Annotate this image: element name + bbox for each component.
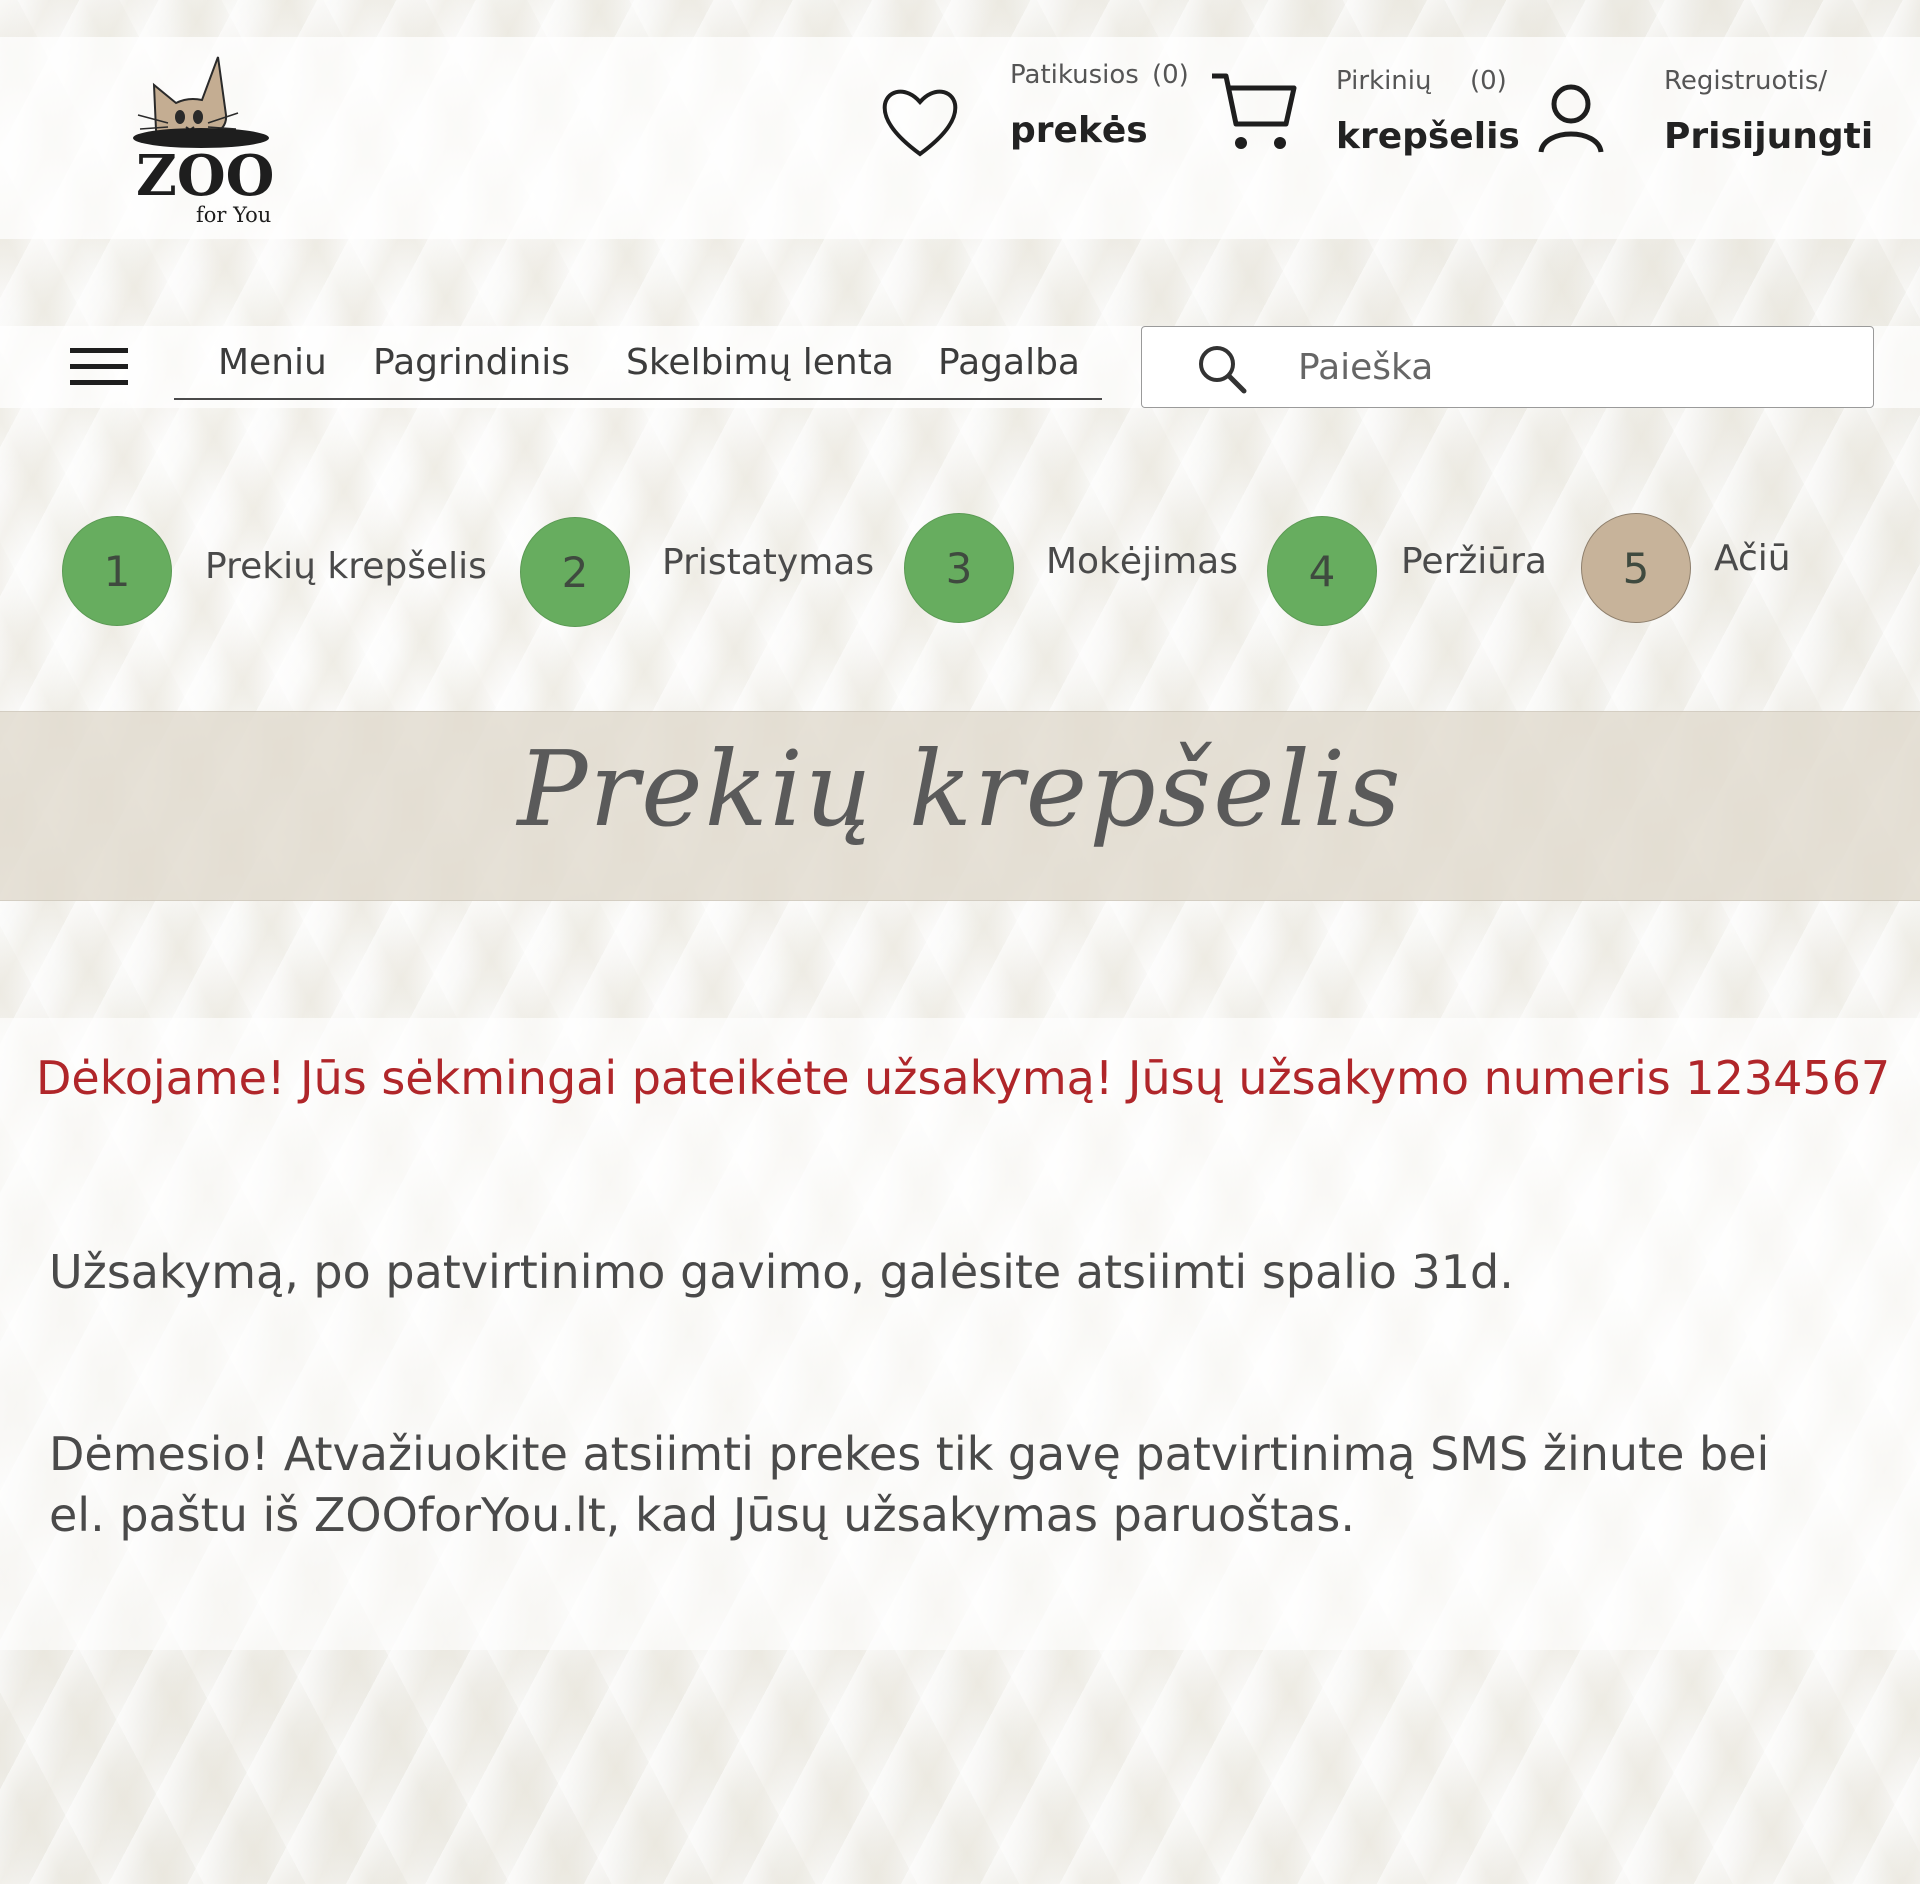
nav-item-pagrindinis[interactable]: Pagrindinis (373, 342, 570, 383)
favorites-count: (0) (1152, 60, 1189, 90)
favorites-link[interactable]: prekės (1010, 110, 1148, 151)
step-5-circle: 5 (1581, 513, 1691, 623)
nav-item-meniu[interactable]: Meniu (218, 342, 327, 383)
step-1-label: Prekių krepšelis (205, 546, 487, 587)
heart-icon[interactable] (880, 84, 960, 159)
content-panel (0, 1018, 1920, 1650)
cart-icon[interactable] (1208, 70, 1298, 155)
user-icon[interactable] (1536, 82, 1606, 154)
cart-count: (0) (1470, 66, 1507, 96)
step-1-circle: 1 (62, 516, 172, 626)
search-box[interactable] (1141, 326, 1874, 408)
logo[interactable]: ZOO for You (108, 45, 298, 235)
logo-subtitle: for You (196, 203, 272, 227)
step-2-circle: 2 (520, 517, 630, 627)
order-success-message: Dėkojame! Jūs sėkmingai pateikėte užsaky… (36, 1051, 1891, 1105)
search-input[interactable] (1296, 337, 1840, 397)
cart-link[interactable]: krepšelis (1336, 116, 1520, 157)
notice-text-line-2: el. paštu iš ZOOforYou.lt, kad Jūsų užsa… (49, 1488, 1355, 1542)
nav-underline (174, 398, 1102, 400)
step-4-label: Peržiūra (1401, 541, 1547, 582)
step-5-label: Ačiū (1714, 538, 1791, 579)
step-3-label: Mokėjimas (1046, 541, 1238, 582)
cart-small-label: Pirkinių (1336, 66, 1432, 96)
notice-text-line-1: Dėmesio! Atvažiuokite atsiimti prekes ti… (49, 1427, 1770, 1481)
nav-item-pagalba[interactable]: Pagalba (938, 342, 1080, 383)
nav-item-skelbimu-lenta[interactable]: Skelbimų lenta (626, 342, 894, 383)
step-4-circle: 4 (1267, 516, 1377, 626)
account-small-label: Registruotis/ (1664, 66, 1828, 96)
step-3-circle: 3 (904, 513, 1014, 623)
step-2-label: Pristatymas (662, 542, 875, 583)
pickup-info-text: Užsakymą, po patvirtinimo gavimo, galėsi… (49, 1245, 1514, 1299)
favorites-small-label: Patikusios (1010, 60, 1139, 90)
page-title: Prekių krepšelis (517, 728, 1403, 850)
logo-wordmark: ZOO (136, 143, 275, 209)
search-icon[interactable] (1196, 343, 1248, 395)
hamburger-menu-icon[interactable] (70, 348, 128, 388)
login-link[interactable]: Prisijungti (1664, 116, 1873, 157)
